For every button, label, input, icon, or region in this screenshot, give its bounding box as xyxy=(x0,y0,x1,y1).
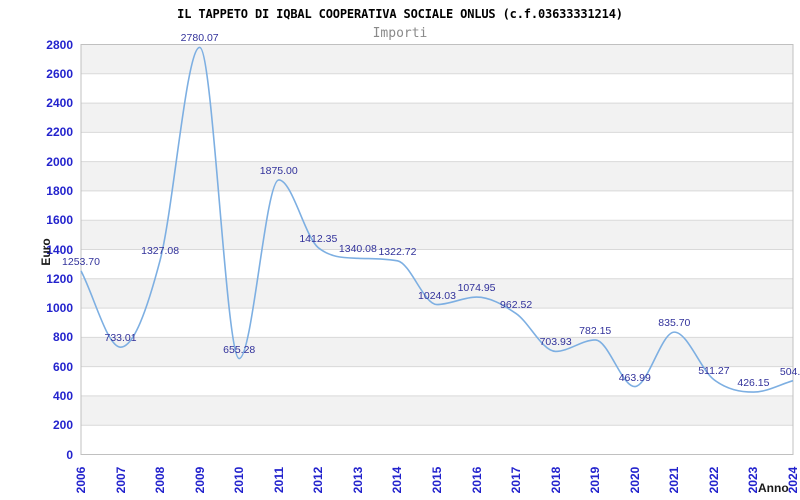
data-point-label: 1327.08 xyxy=(141,245,180,258)
x-tick-label: 2020 xyxy=(627,466,642,494)
x-tick-label: 2008 xyxy=(153,466,168,494)
x-tick-label: 2010 xyxy=(232,466,247,494)
x-tick-label: 2006 xyxy=(74,466,88,494)
x-tick-label: 2021 xyxy=(667,466,682,494)
data-point-label: 703.93 xyxy=(539,336,572,349)
x-tick-label: 2015 xyxy=(430,466,444,494)
plot-band xyxy=(81,44,793,74)
data-point-label: 782.15 xyxy=(579,324,612,337)
data-point-label: 1322.72 xyxy=(378,245,417,258)
x-tick-label: 2017 xyxy=(509,466,524,494)
data-point-label: 463.99 xyxy=(618,371,651,384)
y-tick-label: 1000 xyxy=(46,301,73,316)
y-tick-label: 1200 xyxy=(46,271,73,286)
x-tick-label: 2012 xyxy=(311,466,326,494)
y-tick-label: 200 xyxy=(52,418,73,433)
data-point-label: 733.01 xyxy=(104,332,137,345)
data-point-label: 1024.03 xyxy=(418,289,456,302)
x-tick-label: 2014 xyxy=(390,466,405,494)
data-point-label: 1340.08 xyxy=(338,243,377,256)
y-tick-label: 600 xyxy=(52,359,73,374)
data-point-label: 1875.00 xyxy=(259,164,298,177)
x-tick-label: 2011 xyxy=(271,466,286,494)
data-point-label: 1074.95 xyxy=(457,282,496,295)
data-point-label: 1253.70 xyxy=(62,255,100,268)
x-tick-label: 2016 xyxy=(469,466,484,494)
y-tick-label: 400 xyxy=(52,388,73,403)
x-tick-label: 2013 xyxy=(350,466,365,494)
data-point-label: 511.27 xyxy=(698,364,730,377)
y-tick-label: 1600 xyxy=(46,213,73,228)
data-point-label: 1412.35 xyxy=(299,232,338,245)
chart-canvas: IL TAPPETO DI IQBAL COOPERATIVA SOCIALE … xyxy=(0,0,800,500)
data-point-label: 504.1 xyxy=(779,365,800,378)
y-axis-title: Euro xyxy=(39,238,53,266)
plot-band xyxy=(81,395,793,426)
y-tick-label: 800 xyxy=(52,330,73,345)
x-tick-label: 2018 xyxy=(548,466,563,494)
data-point-label: 962.52 xyxy=(500,298,533,311)
y-tick-label: 2600 xyxy=(46,66,73,81)
x-tick-label: 2019 xyxy=(588,466,603,494)
x-tick-label: 2007 xyxy=(113,466,128,494)
data-point-label: 2780.07 xyxy=(180,32,219,45)
data-point-label: 835.70 xyxy=(658,317,691,330)
y-tick-label: 1800 xyxy=(46,183,73,198)
x-axis-title: Anno xyxy=(758,481,789,495)
data-point-label: 655.28 xyxy=(223,343,256,356)
y-tick-label: 2000 xyxy=(46,154,73,169)
data-point-label: 426.15 xyxy=(737,377,770,390)
y-tick-label: 2200 xyxy=(46,125,73,140)
y-tick-label: 0 xyxy=(66,447,73,462)
plot-band xyxy=(81,161,793,191)
plot-band xyxy=(81,103,793,133)
x-tick-label: 2022 xyxy=(706,466,721,494)
y-tick-label: 2800 xyxy=(46,37,73,52)
x-tick-label: 2009 xyxy=(192,466,207,494)
y-tick-label: 2400 xyxy=(46,96,73,111)
plot-band xyxy=(81,220,793,250)
